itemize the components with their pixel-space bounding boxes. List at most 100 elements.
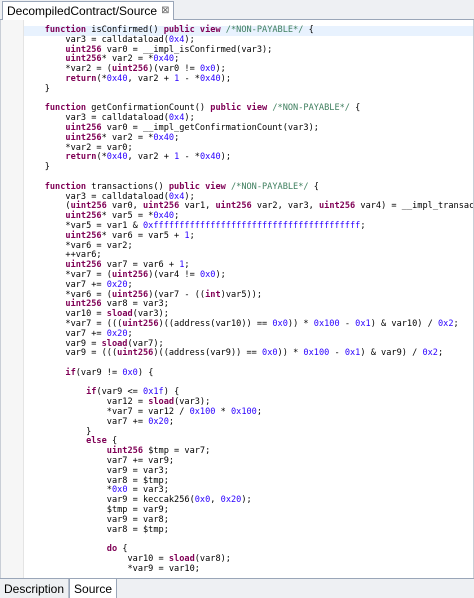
code-token: )) * (287, 318, 314, 329)
code-token: var9 = ((( (24, 348, 118, 359)
code-token: public view (163, 25, 226, 35)
code-token: sload (101, 338, 128, 349)
tab-description[interactable]: Description (0, 579, 70, 598)
code-token: var7 = var6 + (106, 260, 180, 271)
code-token: uint256 (122, 318, 159, 329)
editor-tab-bar: DecompiledContract/Source ⊠ (0, 0, 474, 20)
editor-tab-source[interactable]: DecompiledContract/Source ⊠ (2, 1, 175, 20)
code-token: ( (24, 201, 71, 212)
code-token: uint256 (24, 54, 102, 65)
code-token: )(var0 != (148, 64, 200, 75)
code-token: return (24, 152, 97, 163)
code-token: 0x2 (422, 348, 438, 359)
code-token: var4) = __impl_transactions(var3); (360, 201, 474, 212)
code-token: sload (148, 397, 175, 408)
code-token: *var2 = var0; (24, 142, 133, 153)
code-token: , (210, 495, 221, 506)
code-token: *var7 = ((( (24, 318, 123, 329)
code-token: * (215, 407, 231, 418)
code-token: *var7 = ( (24, 269, 112, 280)
code-token: (var3); (132, 309, 169, 320)
code-token: var9 = var8; (24, 514, 169, 525)
code-token: var10 = (24, 309, 107, 320)
code-token: ); (215, 64, 226, 75)
code-token: ; (127, 328, 133, 339)
code-token: )) * (277, 348, 304, 359)
code-token: var8 = var3; (106, 299, 169, 310)
code-token: var9 = (24, 338, 102, 349)
code-token: var8 = $tmp; (24, 524, 169, 535)
code-token: sload (106, 309, 133, 320)
code-token: var9 = keccak256( (24, 495, 195, 506)
code-token: getConfirmationCount() (91, 103, 211, 114)
code-token: 0x1 (355, 318, 371, 329)
code-token: if (24, 387, 97, 398)
tab-source[interactable]: Source (69, 579, 118, 598)
code-token: uint256 (24, 122, 107, 133)
code-token: ; (174, 54, 180, 65)
code-token: 0x40 (153, 132, 175, 143)
code-token: ) & var10) / (370, 318, 438, 329)
code-token: if (24, 367, 76, 378)
code-token: ; (174, 211, 180, 222)
code-token: ; (127, 279, 133, 290)
code-token: * var5 = * (101, 211, 154, 222)
code-token: } (24, 426, 92, 437)
code-token: 0x4 (168, 34, 185, 45)
code-token: 0x1f (143, 387, 164, 398)
code-token: do (24, 544, 118, 555)
code-token: - (329, 348, 345, 359)
code-token: )((address(var10)) == (158, 318, 273, 329)
code-token: var3 = calldataload( (24, 113, 169, 124)
code-token: { (117, 544, 128, 555)
code-token: - (339, 318, 356, 329)
code-token: else (24, 436, 107, 447)
code-token: public view (168, 181, 231, 192)
code-token: (* (96, 152, 107, 163)
code-token: ; (453, 318, 459, 329)
code-token: var7 += (24, 279, 107, 290)
code-token: )((address(var9)) == (153, 348, 263, 359)
code-token: 0x1 (344, 348, 361, 359)
code-line: } (24, 84, 473, 95)
code-token: ; (437, 348, 444, 359)
code-editor[interactable]: function isConfirmed() public view /*NON… (0, 20, 474, 578)
code-token: uint256 (111, 269, 149, 280)
code-token: 0x40 (106, 152, 128, 163)
code-token: uint256 (143, 201, 185, 212)
code-token: * var6 = var5 + (101, 230, 185, 241)
code-token: /*NON-PAYABLE*/ (272, 103, 350, 114)
code-token: *var2 = ( (24, 64, 112, 75)
code-token: int (205, 289, 221, 300)
code-token: = var3; (127, 485, 169, 496)
code-token: 0x20 (106, 328, 128, 339)
code-token: var10 = (24, 554, 169, 565)
code-token: function (24, 103, 92, 114)
code-token: ); (184, 34, 195, 45)
code-token: 0x40 (199, 73, 221, 84)
code-token: uint256 (215, 201, 257, 212)
code-token: *var6 = var2; (24, 240, 133, 251)
code-token: (var3); (174, 397, 211, 408)
code-line: return(*0x40, var2 + 1 - *0x40); (24, 152, 473, 163)
code-token: 0x2 (437, 318, 454, 329)
code-token: uint256 (24, 230, 102, 241)
code-area[interactable]: function isConfirmed() public view /*NON… (24, 25, 474, 575)
code-token: $tmp = var9; (24, 505, 169, 516)
code-token: 0x40 (153, 211, 175, 222)
code-token: ; (189, 230, 195, 241)
close-icon[interactable]: ⊠ (161, 6, 169, 16)
code-token: 0x40 (153, 54, 175, 65)
code-token: (var8); (194, 554, 231, 565)
code-token: var3 = calldataload( (24, 34, 169, 45)
code-token: 0x20 (220, 495, 242, 506)
code-token: sload (168, 554, 195, 565)
code-token: ); (220, 152, 232, 163)
bottom-tab-bar: Description Source (0, 578, 474, 598)
code-token: var2, var3, (256, 201, 319, 212)
code-token: *var7 = var12 / (24, 407, 190, 418)
code-token: ); (220, 73, 232, 84)
code-token: var0 = __impl_getConfirmationCount(var3)… (106, 122, 319, 133)
